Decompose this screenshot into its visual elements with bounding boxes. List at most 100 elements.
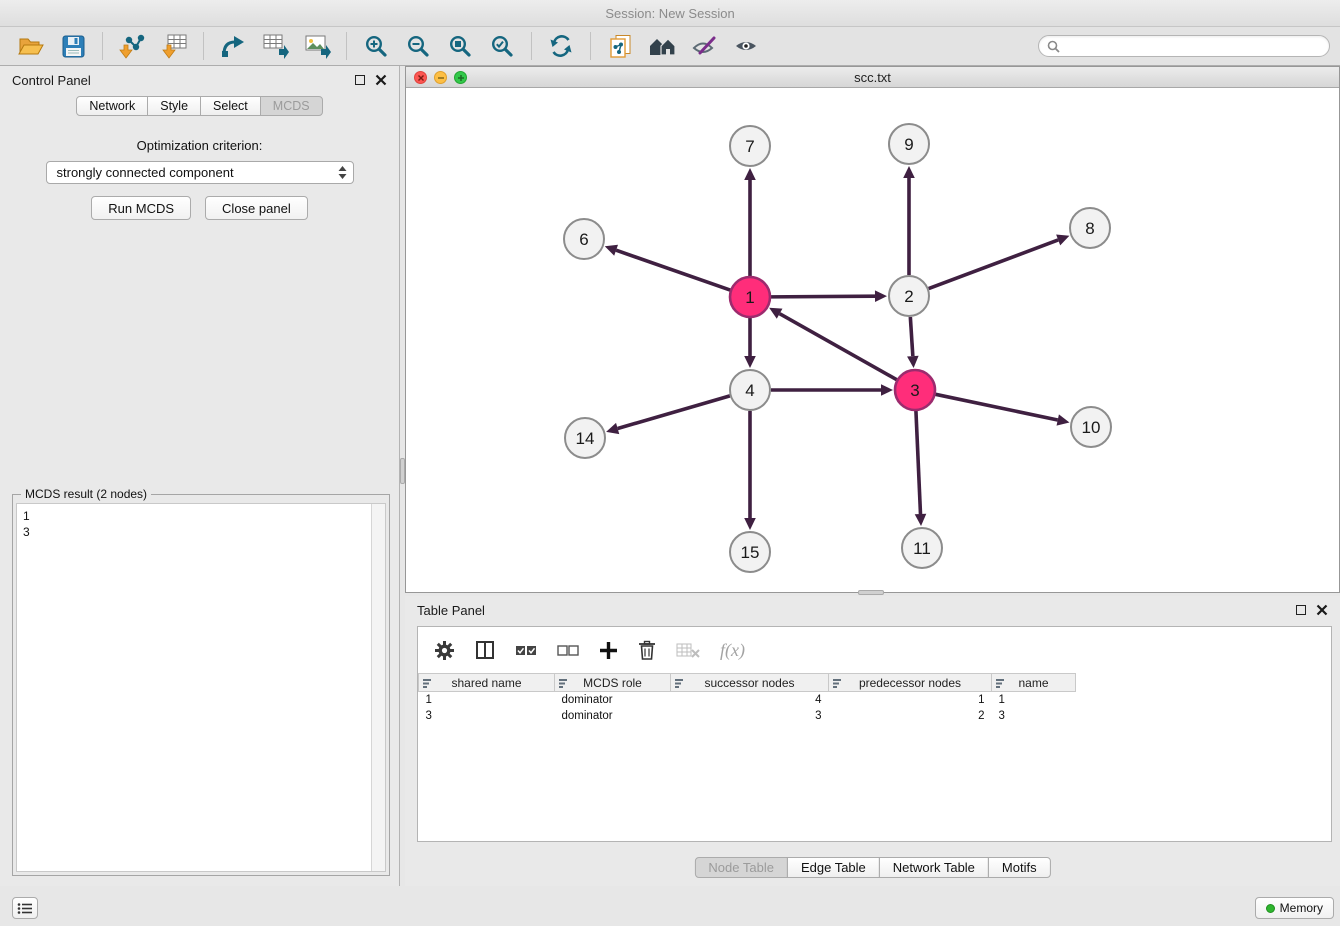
- search-input[interactable]: [1065, 39, 1321, 53]
- graph-edge-arrow: [606, 423, 619, 434]
- export-table-button[interactable]: [254, 29, 296, 63]
- deselect-all-rows-button[interactable]: [557, 643, 579, 657]
- zoom-out-button[interactable]: [397, 29, 439, 63]
- run-mcds-button[interactable]: Run MCDS: [91, 196, 191, 220]
- column-header-mcds-role[interactable]: MCDS role: [555, 674, 671, 692]
- window-minimize-icon[interactable]: [434, 71, 447, 84]
- graph-node-label: 11: [913, 539, 931, 558]
- graph-edge-3-10[interactable]: [936, 394, 1058, 420]
- graph-edge-2-3[interactable]: [910, 317, 912, 356]
- graph-node-label: 14: [576, 429, 595, 448]
- import-table-button[interactable]: [153, 29, 195, 63]
- table-row[interactable]: 3dominator323: [419, 708, 1076, 724]
- refresh-button[interactable]: [540, 29, 582, 63]
- column-sort-icon: [833, 678, 843, 688]
- tab-mcds[interactable]: MCDS: [260, 96, 323, 116]
- graph-node-label: 2: [904, 287, 913, 306]
- function-builder-button[interactable]: f(x): [720, 640, 745, 661]
- zoom-fit-button[interactable]: [439, 29, 481, 63]
- zoom-selected-button[interactable]: [481, 29, 523, 63]
- column-header-shared-name[interactable]: shared name: [419, 674, 555, 692]
- export-network-icon: [220, 34, 246, 58]
- mcds-result-textarea[interactable]: 1 3: [16, 503, 386, 872]
- table-cell[interactable]: 2: [829, 708, 992, 724]
- table-cell[interactable]: 1: [419, 692, 555, 708]
- tab-node-table[interactable]: Node Table: [694, 857, 788, 878]
- table-cell[interactable]: dominator: [555, 708, 671, 724]
- show-hide-panel-button[interactable]: [725, 29, 767, 63]
- tab-style[interactable]: Style: [147, 96, 201, 116]
- column-chooser-button[interactable]: [475, 640, 495, 660]
- graph-node-label: 6: [579, 230, 588, 249]
- table-cell[interactable]: 1: [829, 692, 992, 708]
- tab-select[interactable]: Select: [200, 96, 261, 116]
- clone-network-button[interactable]: [599, 29, 641, 63]
- table-row[interactable]: 1dominator411: [419, 692, 1076, 708]
- table-cell[interactable]: 3: [992, 708, 1076, 724]
- export-network-button[interactable]: [212, 29, 254, 63]
- search-icon: [1047, 40, 1060, 53]
- column-sort-icon: [423, 678, 433, 688]
- open-session-button[interactable]: [10, 29, 52, 63]
- houses-icon: [649, 35, 676, 57]
- table-cell[interactable]: 4: [671, 692, 829, 708]
- network-window-titlebar[interactable]: scc.txt: [406, 67, 1339, 88]
- graph-edge-4-14[interactable]: [618, 396, 730, 429]
- trash-icon: [638, 640, 656, 660]
- tab-network[interactable]: Network: [76, 96, 148, 116]
- graph-edge-3-1[interactable]: [780, 314, 897, 380]
- graph-edge-1-6[interactable]: [616, 250, 730, 290]
- horizontal-splitter-handle[interactable]: [858, 590, 884, 595]
- graph-edge-arrow: [1057, 414, 1070, 425]
- delete-row-button[interactable]: [638, 640, 656, 660]
- toolbar-separator: [203, 32, 204, 60]
- table-settings-button[interactable]: [434, 640, 455, 661]
- memory-button[interactable]: Memory: [1255, 897, 1334, 919]
- network-canvas[interactable]: 7968124314101511: [406, 88, 1339, 592]
- close-mcds-panel-button[interactable]: Close panel: [205, 196, 308, 220]
- graph-edge-1-2[interactable]: [771, 296, 875, 297]
- close-panel-icon[interactable]: [375, 74, 387, 86]
- column-header-successor-nodes[interactable]: successor nodes: [671, 674, 829, 692]
- window-zoom-icon[interactable]: [454, 71, 467, 84]
- search-box[interactable]: [1038, 35, 1330, 57]
- close-table-panel-icon[interactable]: [1316, 604, 1328, 616]
- column-header-name[interactable]: name: [992, 674, 1076, 692]
- vertical-splitter-handle[interactable]: [400, 458, 405, 484]
- table-cell[interactable]: 1: [992, 692, 1076, 708]
- export-image-button[interactable]: [296, 29, 338, 63]
- control-panel-tabs: NetworkStyleSelectMCDS: [0, 96, 399, 116]
- memory-label: Memory: [1280, 901, 1323, 915]
- tab-network-table[interactable]: Network Table: [879, 857, 989, 878]
- first-neighbors-button[interactable]: [641, 29, 683, 63]
- window-titlebar[interactable]: Session: New Session: [0, 0, 1340, 27]
- toolbar-separator: [590, 32, 591, 60]
- table-cell[interactable]: 3: [671, 708, 829, 724]
- table-cell[interactable]: dominator: [555, 692, 671, 708]
- zoom-fit-icon: [448, 34, 472, 58]
- delete-table-button[interactable]: [676, 642, 700, 658]
- fx-icon: f(x): [720, 640, 745, 661]
- graph-edge-3-11[interactable]: [916, 411, 921, 514]
- zoom-in-button[interactable]: [355, 29, 397, 63]
- tab-motifs[interactable]: Motifs: [988, 857, 1051, 878]
- table-toolbar: f(x): [418, 627, 1331, 673]
- criterion-dropdown[interactable]: strongly connected component: [46, 161, 354, 184]
- add-row-button[interactable]: [599, 641, 618, 660]
- save-session-button[interactable]: [52, 29, 94, 63]
- tab-edge-table[interactable]: Edge Table: [787, 857, 880, 878]
- window-close-icon[interactable]: [414, 71, 427, 84]
- table-panel: Table Panel: [405, 596, 1340, 886]
- apply-style-button[interactable]: [683, 29, 725, 63]
- mcds-result-title: MCDS result (2 nodes): [21, 487, 151, 501]
- table-cell[interactable]: 3: [419, 708, 555, 724]
- import-network-button[interactable]: [111, 29, 153, 63]
- graph-edge-2-8[interactable]: [929, 240, 1059, 289]
- select-all-rows-button[interactable]: [515, 643, 537, 657]
- result-scrollbar[interactable]: [371, 504, 385, 871]
- float-panel-icon[interactable]: [355, 75, 365, 85]
- task-history-button[interactable]: [12, 897, 38, 919]
- float-table-panel-icon[interactable]: [1296, 605, 1306, 615]
- column-header-predecessor-nodes[interactable]: predecessor nodes: [829, 674, 992, 692]
- graph-node-label: 9: [904, 135, 913, 154]
